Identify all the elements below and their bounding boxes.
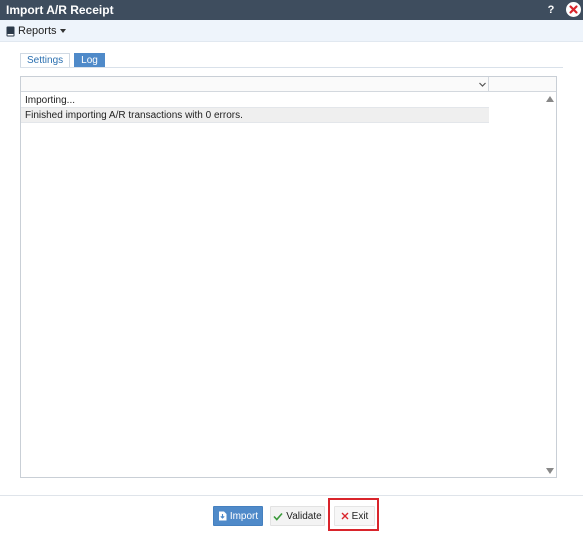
help-button[interactable]: ? [545,2,557,18]
validate-button-label: Validate [286,510,322,522]
scroll-down-arrow-icon[interactable] [546,468,554,474]
book-icon [6,26,15,36]
log-grid: Importing... Finished importing A/R tran… [20,76,557,478]
log-column-header[interactable] [21,77,489,92]
checkmark-icon [273,512,283,521]
tab-log[interactable]: Log [74,53,105,67]
import-button-label: Import [229,510,259,522]
chevron-down-icon [59,29,66,33]
footer-divider [0,495,583,496]
validate-button[interactable]: Validate [270,506,325,526]
log-row[interactable]: Importing... [21,93,489,108]
import-icon [218,511,227,521]
exit-button-label: Exit [351,510,369,522]
chevron-down-icon[interactable] [478,80,487,89]
x-icon [341,512,349,520]
import-button[interactable]: Import [213,506,263,526]
log-row[interactable]: Finished importing A/R transactions with… [21,108,489,123]
tab-divider [20,67,563,68]
title-bar: Import A/R Receipt ? [0,0,583,20]
import-ar-receipt-window: Import A/R Receipt ? Reports Settings Lo… [0,0,583,534]
log-scrollbar[interactable] [543,93,556,477]
toolbar: Reports [0,20,583,42]
exit-button[interactable]: Exit [334,506,375,526]
scroll-up-arrow-icon[interactable] [546,96,554,102]
window-title: Import A/R Receipt [6,3,114,17]
reports-menu-label: Reports [18,25,57,37]
close-icon [566,2,581,17]
reports-menu[interactable]: Reports [6,24,66,38]
tab-bar: Settings Log [20,53,105,67]
tab-settings[interactable]: Settings [20,53,71,67]
log-grid-header [21,77,556,92]
close-button[interactable] [566,2,581,17]
